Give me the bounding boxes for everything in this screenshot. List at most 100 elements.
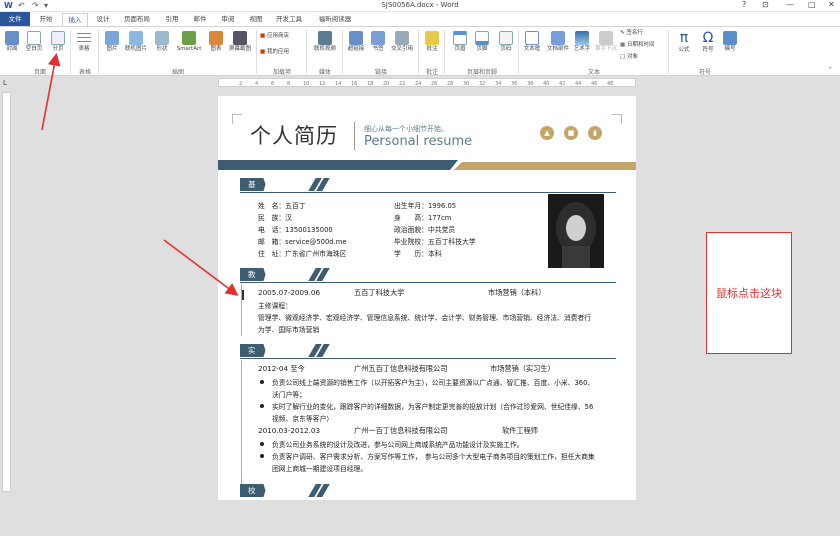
section-title: 实习经历	[240, 344, 266, 357]
edu-courses-line1: 管理学、微观经济学、宏观经济学、管理信息系统、统计学、会计学、财务管理、市场营销…	[258, 314, 592, 322]
page-number-button[interactable]: 页码	[494, 29, 518, 53]
help-icon[interactable]: ?	[742, 0, 746, 9]
store-button[interactable]: ■ 应用商店	[260, 33, 289, 40]
numbering-button[interactable]: 编号	[718, 29, 742, 53]
basic-height: 身 高：177cm	[394, 214, 452, 222]
bookmark-button[interactable]: 书签	[366, 29, 390, 53]
footer-icon	[475, 31, 489, 45]
tab-layout[interactable]: 页面布局	[118, 13, 156, 26]
job2-period: 2010.03-2012.03	[258, 426, 321, 435]
blank-page-button[interactable]: 空白页	[22, 29, 46, 53]
numbering-icon	[723, 31, 737, 45]
tab-mailings[interactable]: 邮件	[188, 13, 212, 26]
signature-line-button[interactable]: ✎ 签名行	[620, 30, 643, 37]
symbol-button[interactable]: Ω 符号	[696, 29, 720, 54]
job2-company: 广州一百丁信息科技有限公司	[354, 426, 448, 435]
wordart-icon	[575, 31, 589, 45]
horizontal-ruler[interactable]: 2 4 6 8 10 12 14 16 18 20 22 24 26 28 30 32 34 36 38 40 42 44…	[218, 78, 636, 87]
omega-icon: Ω	[702, 30, 714, 46]
tab-view[interactable]: 视图	[244, 13, 268, 26]
online-picture-button[interactable]: 联机图片	[124, 29, 148, 53]
shapes-icon	[155, 31, 169, 45]
bookmark-icon	[371, 31, 385, 45]
tab-insert[interactable]: 插入	[62, 13, 88, 26]
ribbon-tabs: 文件 开始 插入 设计 页面布局 引用 邮件 审阅 视图 开发工具 福昕阅读器	[0, 12, 840, 26]
bullet-icon	[260, 404, 264, 408]
tab-references[interactable]: 引用	[160, 13, 184, 26]
cover-button[interactable]: 封面	[0, 29, 24, 53]
textbox-button[interactable]: 文本框	[520, 29, 544, 53]
screenshot-button[interactable]: 屏幕截图	[226, 29, 254, 53]
close-icon[interactable]: ✕	[828, 0, 835, 9]
ruler-tick: 14	[335, 81, 342, 87]
job2-role: 软件工程师	[502, 426, 538, 435]
quick-parts-button[interactable]: 文档部件	[544, 29, 572, 53]
header-band-graphic	[218, 160, 636, 170]
collapse-ribbon-icon[interactable]: ⌃	[828, 67, 833, 74]
picture-button[interactable]: 图片	[100, 29, 124, 53]
hyperlink-button[interactable]: 超链接	[344, 29, 368, 53]
group-label-links: 链接	[374, 69, 387, 76]
page-break-button[interactable]: 分页	[46, 29, 70, 53]
tab-developer[interactable]: 开发工具	[272, 13, 306, 26]
tab-design[interactable]: 设计	[92, 13, 114, 26]
drop-cap-icon	[599, 31, 613, 45]
header-button[interactable]: 页眉	[448, 29, 472, 53]
footer-button[interactable]: 页脚	[470, 29, 494, 53]
job1-company: 广州五百丁信息科技有限公司	[354, 364, 448, 373]
annotation-box: 鼠标点击这块	[706, 232, 792, 354]
ruler-tick: 32	[479, 81, 486, 87]
group-label-media: 媒体	[318, 69, 331, 76]
edu-major: 市场营销（本科）	[488, 288, 546, 297]
blank-page-icon	[27, 31, 41, 45]
timeline-line	[241, 360, 242, 484]
quick-parts-icon	[551, 31, 565, 45]
window-title: SJS0056A.docx - Word	[381, 1, 459, 9]
ribbon: 封面 空白页 分页 表格 图片 联机图片 形状 SmartArt 图表 屏幕截图…	[0, 26, 840, 76]
ribbon-separator	[418, 30, 419, 74]
tab-file[interactable]: 文件	[0, 12, 30, 26]
ruler-tick: 48	[607, 81, 614, 87]
job1-bullet1-line1: 负责公司线上端资源的销售工作（以开拓客户为主），公司主要资源以广点通、智汇推、百…	[272, 379, 595, 387]
ruler-tick: 12	[319, 81, 326, 87]
group-label-text: 文本	[587, 69, 600, 76]
tab-review[interactable]: 审阅	[216, 13, 240, 26]
ruler-tick: 38	[527, 81, 534, 87]
edu-courses-line2: 为学、国际市场营销	[258, 326, 320, 334]
chart-button[interactable]: 图表	[204, 29, 228, 53]
comment-button[interactable]: 批注	[420, 29, 444, 53]
online-video-button[interactable]: 联机视频	[310, 29, 340, 53]
vertical-ruler[interactable]	[2, 92, 11, 492]
minimize-icon[interactable]: —	[786, 0, 794, 9]
job2-bullet2-line2: 团网上商城一期建设项目经理。	[272, 465, 368, 473]
page-number-icon	[499, 31, 513, 45]
maximize-icon[interactable]: □	[808, 0, 816, 9]
tab-foxit[interactable]: 福昕阅读器	[312, 13, 358, 26]
wordart-button[interactable]: 艺术字	[570, 29, 594, 53]
textbox-icon	[525, 31, 539, 45]
group-label-tables: 表格	[78, 69, 91, 76]
object-icon: □	[620, 54, 626, 60]
apps-icon: ■	[260, 49, 266, 55]
ruler-tick: 22	[399, 81, 406, 87]
my-apps-button[interactable]: ■ 我的应用	[260, 49, 289, 56]
ruler-tick: 28	[447, 81, 454, 87]
table-button[interactable]: 表格	[72, 29, 96, 53]
section-title: 基本信息	[240, 178, 266, 191]
tab-home[interactable]: 开始	[34, 13, 58, 26]
object-button[interactable]: □ 对象	[620, 54, 638, 61]
ruler-tick: 44	[575, 81, 582, 87]
smartart-button[interactable]: SmartArt	[174, 29, 204, 53]
tab-selector-icon[interactable]: L	[3, 80, 7, 87]
ribbon-display-icon[interactable]: ⊡	[762, 0, 769, 9]
chart-icon	[209, 31, 223, 45]
shapes-button[interactable]: 形状	[150, 29, 174, 53]
cross-reference-button[interactable]: 交叉引用	[388, 29, 416, 53]
document-page[interactable]: 个人简历 细心从每一个小细节开始。 Personal resume ▲ ■ ▮ …	[218, 96, 636, 500]
equation-button[interactable]: π 公式	[672, 29, 696, 54]
section-title: 教育背景	[240, 268, 266, 281]
date-time-button[interactable]: ▦ 日期和时间	[620, 42, 654, 49]
bullet-icon	[260, 442, 264, 446]
resume-english-title: Personal resume	[364, 134, 473, 149]
drop-cap-button[interactable]: 首字下沉	[592, 29, 620, 53]
